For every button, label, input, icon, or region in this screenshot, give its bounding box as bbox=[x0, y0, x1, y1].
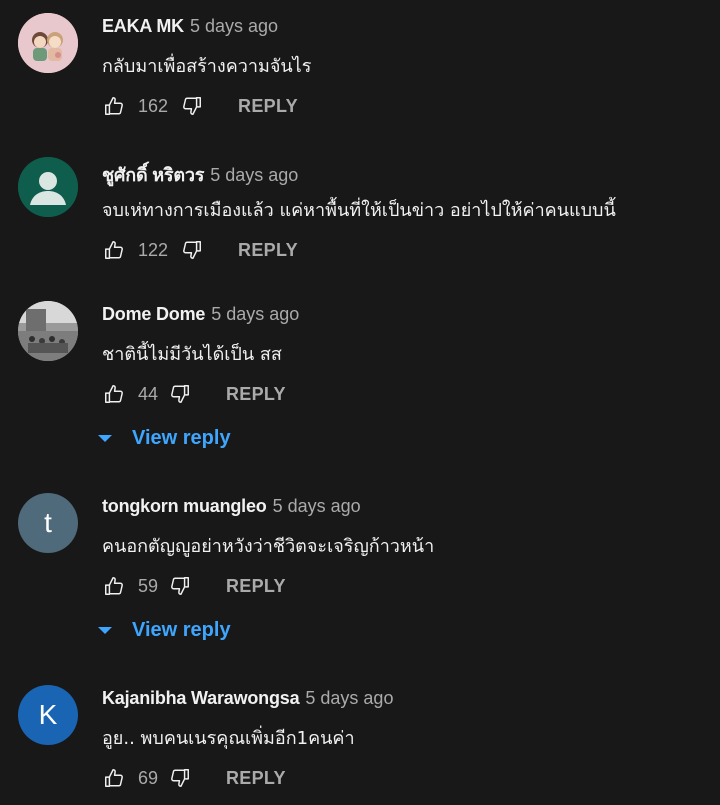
thumb-down-icon bbox=[171, 769, 189, 787]
author-name[interactable]: Kajanibha Warawongsa bbox=[102, 688, 300, 708]
like-button[interactable] bbox=[102, 238, 126, 262]
comment-timestamp[interactable]: 5 days ago bbox=[211, 304, 299, 324]
thumb-up-icon bbox=[105, 769, 123, 787]
group-photo-icon bbox=[18, 301, 78, 361]
comment-actions: 69 REPLY bbox=[102, 766, 286, 790]
like-count: 69 bbox=[138, 767, 159, 788]
avatar-letter: t bbox=[44, 507, 52, 538]
avatar[interactable] bbox=[18, 13, 78, 73]
comment-header: Dome Dome 5 days ago bbox=[102, 304, 299, 325]
view-reply-label: View reply bbox=[132, 619, 231, 641]
view-reply-label: View reply bbox=[132, 427, 231, 449]
comment-text: คนอกตัญญูอย่าหวังว่าชีวิตจะเจริญก้าวหน้า bbox=[102, 536, 435, 557]
comment-actions: 122 REPLY bbox=[102, 238, 298, 262]
caret-down-icon bbox=[98, 435, 112, 442]
avatar[interactable] bbox=[18, 301, 78, 361]
like-count: 162 bbox=[138, 95, 169, 116]
thumb-down-icon bbox=[171, 577, 189, 595]
author-name[interactable]: Dome Dome bbox=[102, 304, 205, 324]
couple-illustration-icon bbox=[18, 13, 78, 73]
view-reply-button[interactable]: View reply bbox=[98, 427, 231, 450]
comment-actions: 59 REPLY bbox=[102, 574, 286, 598]
dislike-button[interactable] bbox=[168, 382, 192, 406]
like-button[interactable] bbox=[102, 766, 126, 790]
like-count: 44 bbox=[138, 383, 159, 404]
avatar[interactable]: t bbox=[18, 493, 78, 553]
reply-button[interactable]: REPLY bbox=[226, 768, 286, 789]
reply-button[interactable]: REPLY bbox=[238, 96, 298, 117]
comment-text: กลับมาเพื่อสร้างความจันไร bbox=[102, 56, 312, 77]
dislike-button[interactable] bbox=[180, 238, 204, 262]
like-button[interactable] bbox=[102, 574, 126, 598]
author-name[interactable]: EAKA MK bbox=[102, 16, 184, 36]
comment-text: ชาตินี้ไม่มีวันได้เป็น สส bbox=[102, 344, 282, 365]
comment-timestamp[interactable]: 5 days ago bbox=[305, 688, 393, 708]
comment-timestamp[interactable]: 5 days ago bbox=[190, 16, 278, 36]
avatar-letter: K bbox=[38, 699, 58, 730]
comment-actions: 162 REPLY bbox=[102, 94, 298, 118]
avatar[interactable]: K bbox=[18, 685, 78, 745]
comment-header: Kajanibha Warawongsa 5 days ago bbox=[102, 688, 393, 709]
thumb-down-icon bbox=[183, 97, 202, 115]
thumb-up-icon bbox=[105, 241, 123, 259]
caret-down-icon bbox=[98, 627, 112, 634]
reply-button[interactable]: REPLY bbox=[226, 384, 286, 405]
dislike-button[interactable] bbox=[180, 94, 204, 118]
thumb-up-icon bbox=[105, 385, 123, 403]
thumb-up-icon bbox=[105, 97, 123, 115]
dislike-button[interactable] bbox=[168, 766, 192, 790]
reply-button[interactable]: REPLY bbox=[226, 576, 286, 597]
author-name[interactable]: tongkorn muangleo bbox=[102, 496, 267, 516]
comment-header: tongkorn muangleo 5 days ago bbox=[102, 496, 361, 517]
comment-text: จบเห่ทางการเมืองแล้ว แค่หาพื้นที่ให้เป็น… bbox=[102, 200, 616, 221]
like-count: 122 bbox=[138, 239, 169, 260]
thumb-down-icon bbox=[171, 385, 189, 403]
avatar[interactable] bbox=[18, 157, 78, 217]
comment-actions: 44 REPLY bbox=[102, 382, 286, 406]
view-reply-button[interactable]: View reply bbox=[98, 619, 231, 642]
comment-text: อูย.. พบคนเนรคุณเพิ่มอีก1คนค่า bbox=[102, 728, 355, 749]
like-count: 59 bbox=[138, 575, 159, 596]
thumb-up-icon bbox=[105, 577, 123, 595]
comment-timestamp[interactable]: 5 days ago bbox=[210, 165, 298, 185]
comment-header: EAKA MK 5 days ago bbox=[102, 16, 278, 37]
like-button[interactable] bbox=[102, 94, 126, 118]
thumb-down-icon bbox=[183, 241, 202, 259]
comment-timestamp[interactable]: 5 days ago bbox=[273, 496, 361, 516]
reply-button[interactable]: REPLY bbox=[238, 240, 298, 261]
like-button[interactable] bbox=[102, 382, 126, 406]
dislike-button[interactable] bbox=[168, 574, 192, 598]
comment-header: ชูศักดิ์ หริตวร 5 days ago bbox=[102, 160, 298, 189]
author-name[interactable]: ชูศักดิ์ หริตวร bbox=[102, 165, 204, 185]
default-user-icon bbox=[18, 157, 78, 217]
